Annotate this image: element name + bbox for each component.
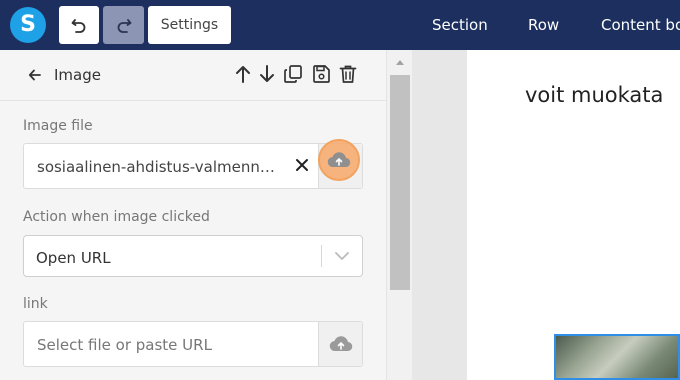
nav-content-box[interactable]: Content bo: [601, 16, 680, 34]
link-upload-button[interactable]: [318, 322, 362, 366]
arrow-left-icon[interactable]: [28, 67, 42, 83]
save-icon[interactable]: [312, 64, 331, 84]
undo-icon: [71, 19, 86, 33]
settings-panel: Image Image file sosiaalinen-ahdistus-va…: [0, 50, 386, 380]
duplicate-icon[interactable]: [283, 64, 303, 84]
panel-scrollbar[interactable]: [386, 50, 412, 380]
move-down-icon[interactable]: [258, 64, 276, 84]
link-field[interactable]: Select file or paste URL: [23, 321, 363, 367]
select-divider: [321, 245, 322, 267]
cloud-upload-icon: [329, 336, 352, 352]
action-label: Action when image clicked: [23, 209, 210, 225]
canvas-text[interactable]: voit muokata: [525, 83, 663, 107]
link-label: link: [23, 296, 48, 312]
settings-button[interactable]: Settings: [148, 6, 231, 44]
image-file-value: sosiaalinen-ahdistus-valmennus-verkko.jp…: [37, 158, 282, 176]
redo-button[interactable]: [103, 6, 144, 44]
nav-section[interactable]: Section: [432, 16, 488, 34]
top-toolbar: S Settings Section Row Content bo: [0, 0, 680, 50]
selected-image[interactable]: [554, 334, 680, 380]
panel-title: Image: [54, 66, 101, 84]
image-file-label: Image file: [23, 118, 93, 134]
link-placeholder: Select file or paste URL: [37, 336, 212, 354]
panel-header: Image: [0, 50, 386, 101]
action-select[interactable]: Open URL: [23, 235, 363, 277]
cloud-upload-icon: [327, 152, 351, 168]
move-up-icon[interactable]: [234, 64, 252, 84]
app-logo[interactable]: S: [10, 7, 46, 43]
upload-click-highlight[interactable]: [318, 139, 360, 181]
delete-icon[interactable]: [339, 64, 357, 84]
chevron-down-icon[interactable]: [334, 250, 350, 262]
scroll-up-arrow-icon[interactable]: [395, 58, 405, 66]
logo-letter: S: [20, 12, 36, 37]
image-file-field[interactable]: sosiaalinen-ahdistus-valmennus-verkko.jp…: [23, 143, 363, 189]
redo-icon: [117, 19, 131, 33]
nav-row[interactable]: Row: [528, 16, 559, 34]
undo-button[interactable]: [59, 6, 99, 44]
action-select-value: Open URL: [36, 249, 111, 267]
close-icon[interactable]: [294, 157, 310, 173]
scrollbar-thumb[interactable]: [390, 75, 410, 290]
